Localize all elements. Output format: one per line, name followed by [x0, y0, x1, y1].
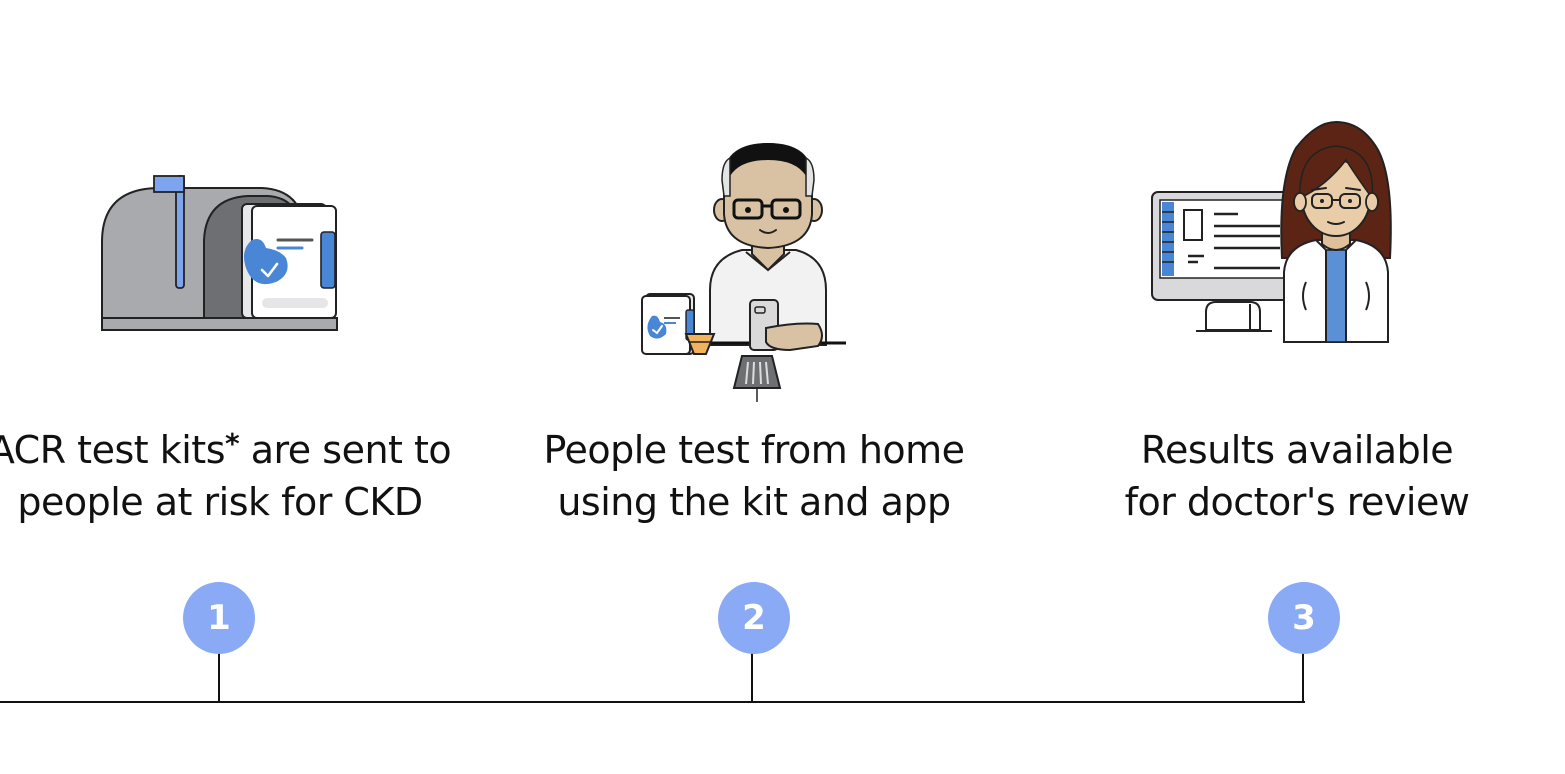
step-2-caption-line-1: People test from home	[543, 428, 965, 472]
asterisk-mark: *	[225, 427, 240, 460]
mailbox-with-kit-icon	[101, 175, 338, 331]
step-1-caption: ACR test kits* are sent to people at ris…	[0, 424, 500, 528]
man-testing-with-phone-icon	[641, 142, 846, 402]
step-1-caption-line-1-post: are sent to	[239, 428, 452, 472]
step-1-caption-line-1-pre: ACR test kits	[0, 428, 226, 472]
doctor-with-monitor-icon	[1151, 120, 1392, 343]
step-2-number-badge: 2	[718, 582, 790, 654]
step-3-connector	[1302, 650, 1304, 702]
step-2-caption: People test from home using the kit and …	[474, 424, 1034, 528]
step-3-number-badge: 3	[1268, 582, 1340, 654]
step-3-caption-line-2: for doctor's review	[1124, 480, 1470, 524]
step-3-caption: Results available for doctor's review	[1017, 424, 1565, 528]
step-1-connector	[218, 650, 220, 702]
step-3-caption-line-1: Results available	[1140, 428, 1454, 472]
step-1-number-badge: 1	[183, 582, 255, 654]
step-2-caption-line-2: using the kit and app	[557, 480, 951, 524]
step-2-connector	[751, 650, 753, 702]
timeline-line	[0, 701, 1305, 703]
step-1-caption-line-2: people at risk for CKD	[17, 480, 423, 524]
